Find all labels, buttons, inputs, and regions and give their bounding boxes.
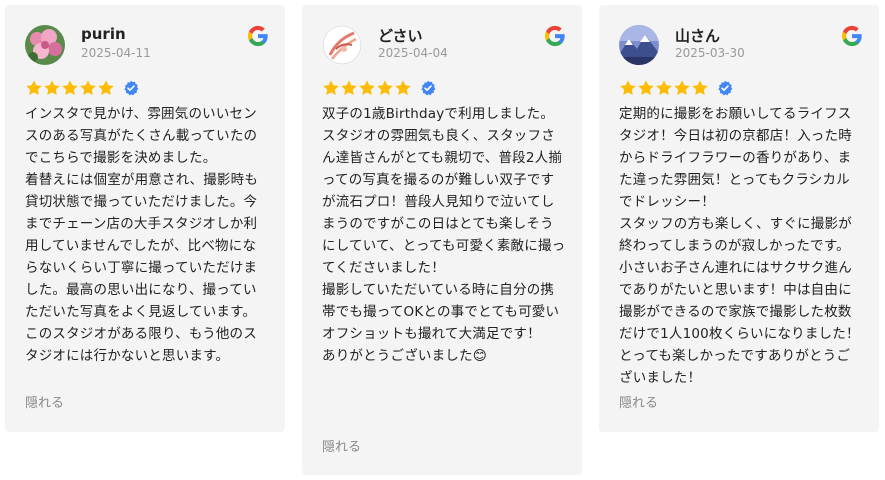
- google-logo-icon: [841, 25, 862, 47]
- review-text: 定期的に撮影をお願いしてるライフスタジオ！今日は初の京都店！入った時からドライフ…: [619, 106, 860, 386]
- star-icon: [377, 80, 393, 96]
- review-date: 2025-03-30: [675, 46, 745, 60]
- star-icon: [26, 80, 42, 96]
- collapse-link[interactable]: 隠れる: [619, 392, 658, 411]
- star-icon: [341, 80, 357, 96]
- google-logo-icon: [247, 25, 268, 47]
- star-icon: [692, 80, 708, 96]
- review-date: 2025-04-04: [378, 46, 448, 60]
- reviewer-name[interactable]: どさい: [378, 25, 423, 46]
- review-text: 双子の1歳Birthdayで利用しました。 スタジオの雰囲気も良く、スタッフさん…: [322, 106, 566, 364]
- review-date: 2025-04-11: [81, 46, 151, 60]
- avatar: [322, 25, 362, 65]
- star-icon: [44, 80, 60, 96]
- avatar: [619, 25, 659, 65]
- star-icon: [674, 80, 690, 96]
- avatar: [25, 25, 65, 65]
- star-rating: [25, 79, 139, 97]
- star-icon: [395, 80, 411, 96]
- star-icon: [80, 80, 96, 96]
- review-card: purin 2025-04-11 インスタで見かけ、雰囲気のいいセンスのある写真…: [5, 5, 285, 432]
- star-rating: [322, 79, 436, 97]
- verified-badge-icon: [718, 80, 733, 96]
- star-icon: [62, 80, 78, 96]
- reviewer-name[interactable]: 山さん: [675, 25, 720, 46]
- review-card: 山さん 2025-03-30 定期的に撮影をお願いしてるライフスタジオ！今日は初…: [599, 5, 879, 432]
- verified-badge-icon: [421, 80, 436, 96]
- star-rating: [619, 79, 733, 97]
- star-icon: [638, 80, 654, 96]
- star-icon: [620, 80, 636, 96]
- google-logo-icon: [544, 25, 565, 47]
- reviewer-name[interactable]: purin: [81, 25, 126, 43]
- star-icon: [359, 80, 375, 96]
- review-card: どさい 2025-04-04 双子の1歳Birthdayで利用しました。 スタジ…: [302, 5, 582, 475]
- star-icon: [323, 80, 339, 96]
- star-icon: [656, 80, 672, 96]
- collapse-link[interactable]: 隠れる: [322, 436, 361, 455]
- verified-badge-icon: [124, 80, 139, 96]
- review-text: インスタで見かけ、雰囲気のいいセンスのある写真がたくさん載っていたのでこちらで撮…: [25, 106, 259, 364]
- star-icon: [98, 80, 114, 96]
- collapse-link[interactable]: 隠れる: [25, 392, 64, 411]
